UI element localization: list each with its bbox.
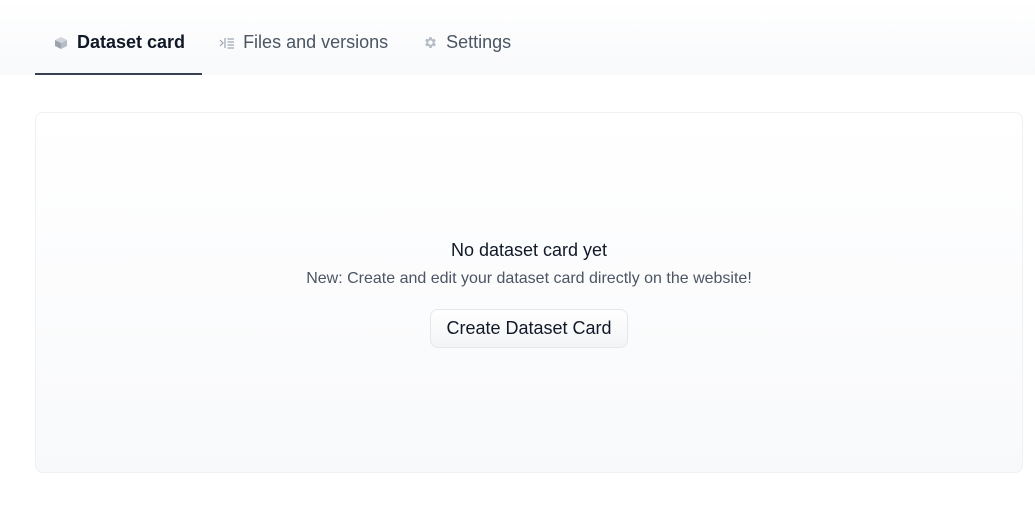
gear-icon — [422, 35, 438, 51]
tab-list: Dataset card Files and versions Settings — [35, 18, 528, 75]
tab-dataset-card[interactable]: Dataset card — [35, 18, 203, 75]
tabs-bar: Dataset card Files and versions Settings — [0, 0, 1035, 75]
tab-label: Settings — [446, 32, 512, 52]
cube-icon — [53, 35, 69, 51]
tab-label: Files and versions — [243, 32, 389, 52]
tab-files-and-versions[interactable]: Files and versions — [202, 18, 405, 75]
tab-settings[interactable]: Settings — [405, 18, 528, 75]
empty-state-subtitle: New: Create and edit your dataset card d… — [306, 270, 752, 287]
empty-dataset-card: No dataset card yet New: Create and edit… — [35, 112, 1023, 473]
tab-label: Dataset card — [77, 32, 186, 52]
empty-state-title: No dataset card yet — [450, 240, 608, 260]
create-dataset-card-button[interactable]: Create Dataset Card — [430, 309, 628, 348]
file-tree-icon — [219, 35, 235, 51]
